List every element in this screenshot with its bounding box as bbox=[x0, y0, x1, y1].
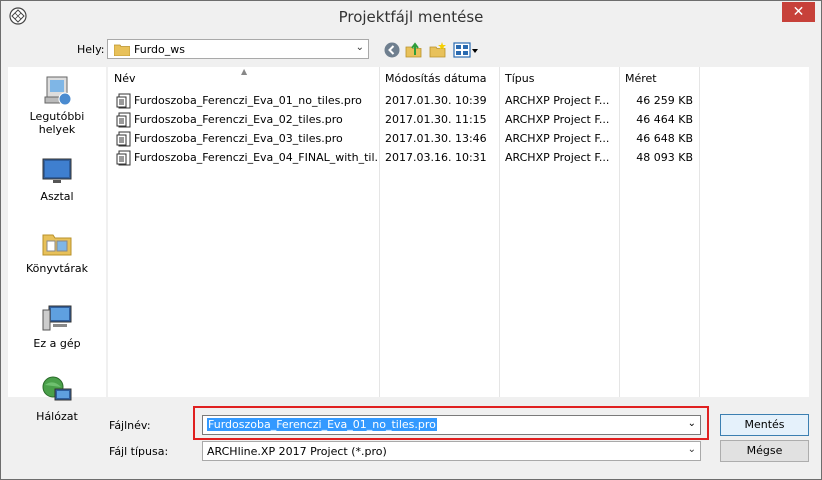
cancel-button[interactable]: Mégse bbox=[720, 440, 809, 462]
network-icon bbox=[42, 376, 72, 401]
file-size: 46 464 KB bbox=[636, 113, 693, 126]
place-libraries[interactable]: Könyvtárak bbox=[8, 227, 106, 275]
file-list[interactable]: Név ▲ Módosítás dátuma Típus Méret Furdo… bbox=[108, 67, 809, 397]
up-folder-icon[interactable] bbox=[405, 41, 423, 59]
place-desktop-label: Asztal bbox=[40, 190, 74, 203]
file-date: 2017.03.16. 10:31 bbox=[385, 151, 487, 164]
close-button[interactable]: ✕ bbox=[782, 2, 815, 22]
column-name-label: Név bbox=[114, 72, 136, 85]
column-date-header[interactable]: Módosítás dátuma bbox=[379, 67, 499, 91]
back-icon[interactable] bbox=[383, 41, 401, 59]
save-button[interactable]: Mentés bbox=[720, 414, 809, 436]
location-label: Hely: bbox=[77, 43, 105, 56]
sort-up-icon: ▲ bbox=[241, 67, 248, 76]
file-name: Furdoszoba_Ferenczi_Eva_03_tiles.pro bbox=[134, 132, 343, 145]
file-type: ARCHXP Project F... bbox=[505, 113, 610, 126]
new-folder-icon[interactable] bbox=[429, 41, 447, 59]
column-date-label: Módosítás dátuma bbox=[385, 72, 487, 85]
filetype-label: Fájl típusa: bbox=[109, 445, 169, 458]
place-recent-label-2: helyek bbox=[38, 123, 76, 136]
filetype-select[interactable]: ARCHline.XP 2017 Project (*.pro) ⌄ bbox=[202, 441, 701, 461]
location-value: Furdo_ws bbox=[134, 43, 185, 56]
column-type-label: Típus bbox=[505, 72, 535, 85]
project-file-icon bbox=[116, 150, 131, 166]
place-libraries-label: Könyvtárak bbox=[25, 262, 89, 275]
file-size: 46 648 KB bbox=[636, 132, 693, 145]
file-type: ARCHXP Project F... bbox=[505, 151, 610, 164]
location-combo[interactable]: Furdo_ws ⌄ bbox=[107, 39, 369, 59]
place-network-label: Hálózat bbox=[36, 410, 78, 423]
project-file-icon bbox=[116, 131, 131, 147]
column-type-header[interactable]: Típus bbox=[499, 67, 619, 91]
filename-value: Furdoszoba_Ferenczi_Eva_01_no_tiles.pro bbox=[207, 418, 437, 431]
place-network[interactable]: Hálózat bbox=[8, 375, 106, 423]
file-row[interactable]: Furdoszoba_Ferenczi_Eva_01_no_tiles.pro … bbox=[108, 92, 809, 111]
file-date: 2017.01.30. 10:39 bbox=[385, 94, 487, 107]
chevron-down-icon: ⌄ bbox=[687, 444, 696, 455]
file-type: ARCHXP Project F... bbox=[505, 132, 610, 145]
file-type: ARCHXP Project F... bbox=[505, 94, 610, 107]
close-icon: ✕ bbox=[792, 4, 805, 20]
file-name: Furdoszoba_Ferenczi_Eva_01_no_tiles.pro bbox=[134, 94, 362, 107]
computer-icon bbox=[42, 305, 72, 331]
file-size: 46 259 KB bbox=[636, 94, 693, 107]
column-size-header[interactable]: Méret bbox=[619, 67, 699, 91]
file-row[interactable]: Furdoszoba_Ferenczi_Eva_02_tiles.pro 201… bbox=[108, 111, 809, 130]
place-computer-label: Ez a gép bbox=[33, 337, 81, 350]
place-recent[interactable]: Legutóbbi helyek bbox=[8, 75, 106, 136]
file-name: Furdoszoba_Ferenczi_Eva_04_FINAL_with_ti… bbox=[134, 151, 378, 164]
column-size-label: Méret bbox=[625, 72, 657, 85]
place-desktop[interactable]: Asztal bbox=[8, 155, 106, 203]
file-size: 48 093 KB bbox=[636, 151, 693, 164]
project-file-icon bbox=[116, 112, 131, 128]
filetype-value: ARCHline.XP 2017 Project (*.pro) bbox=[207, 445, 387, 458]
libraries-icon bbox=[42, 234, 72, 256]
folder-icon bbox=[114, 44, 130, 56]
file-name: Furdoszoba_Ferenczi_Eva_02_tiles.pro bbox=[134, 113, 343, 126]
filename-input[interactable]: Furdoszoba_Ferenczi_Eva_01_no_tiles.pro … bbox=[202, 415, 701, 435]
chevron-down-icon[interactable]: ⌄ bbox=[688, 418, 696, 429]
recent-places-icon bbox=[44, 76, 72, 106]
view-menu-icon[interactable] bbox=[453, 41, 479, 59]
file-row[interactable]: Furdoszoba_Ferenczi_Eva_03_tiles.pro 201… bbox=[108, 130, 809, 149]
project-file-icon bbox=[116, 93, 131, 109]
window-title: Projektfájl mentése bbox=[338, 8, 484, 26]
desktop-icon bbox=[42, 158, 72, 183]
file-date: 2017.01.30. 13:46 bbox=[385, 132, 487, 145]
place-computer[interactable]: Ez a gép bbox=[8, 302, 106, 350]
place-recent-label-1: Legutóbbi bbox=[29, 110, 85, 123]
filename-label: Fájlnév: bbox=[109, 419, 151, 432]
file-date: 2017.01.30. 11:15 bbox=[385, 113, 487, 126]
save-dialog: Projektfájl mentése ✕ Hely: Furdo_ws ⌄ L… bbox=[0, 0, 822, 480]
places-bar: Legutóbbi helyek Asztal Könyvtárak Ez a … bbox=[8, 67, 106, 423]
file-row[interactable]: Furdoszoba_Ferenczi_Eva_04_FINAL_with_ti… bbox=[108, 149, 809, 168]
chevron-down-icon: ⌄ bbox=[355, 42, 364, 53]
title-bar: Projektfájl mentése ✕ bbox=[1, 1, 821, 32]
